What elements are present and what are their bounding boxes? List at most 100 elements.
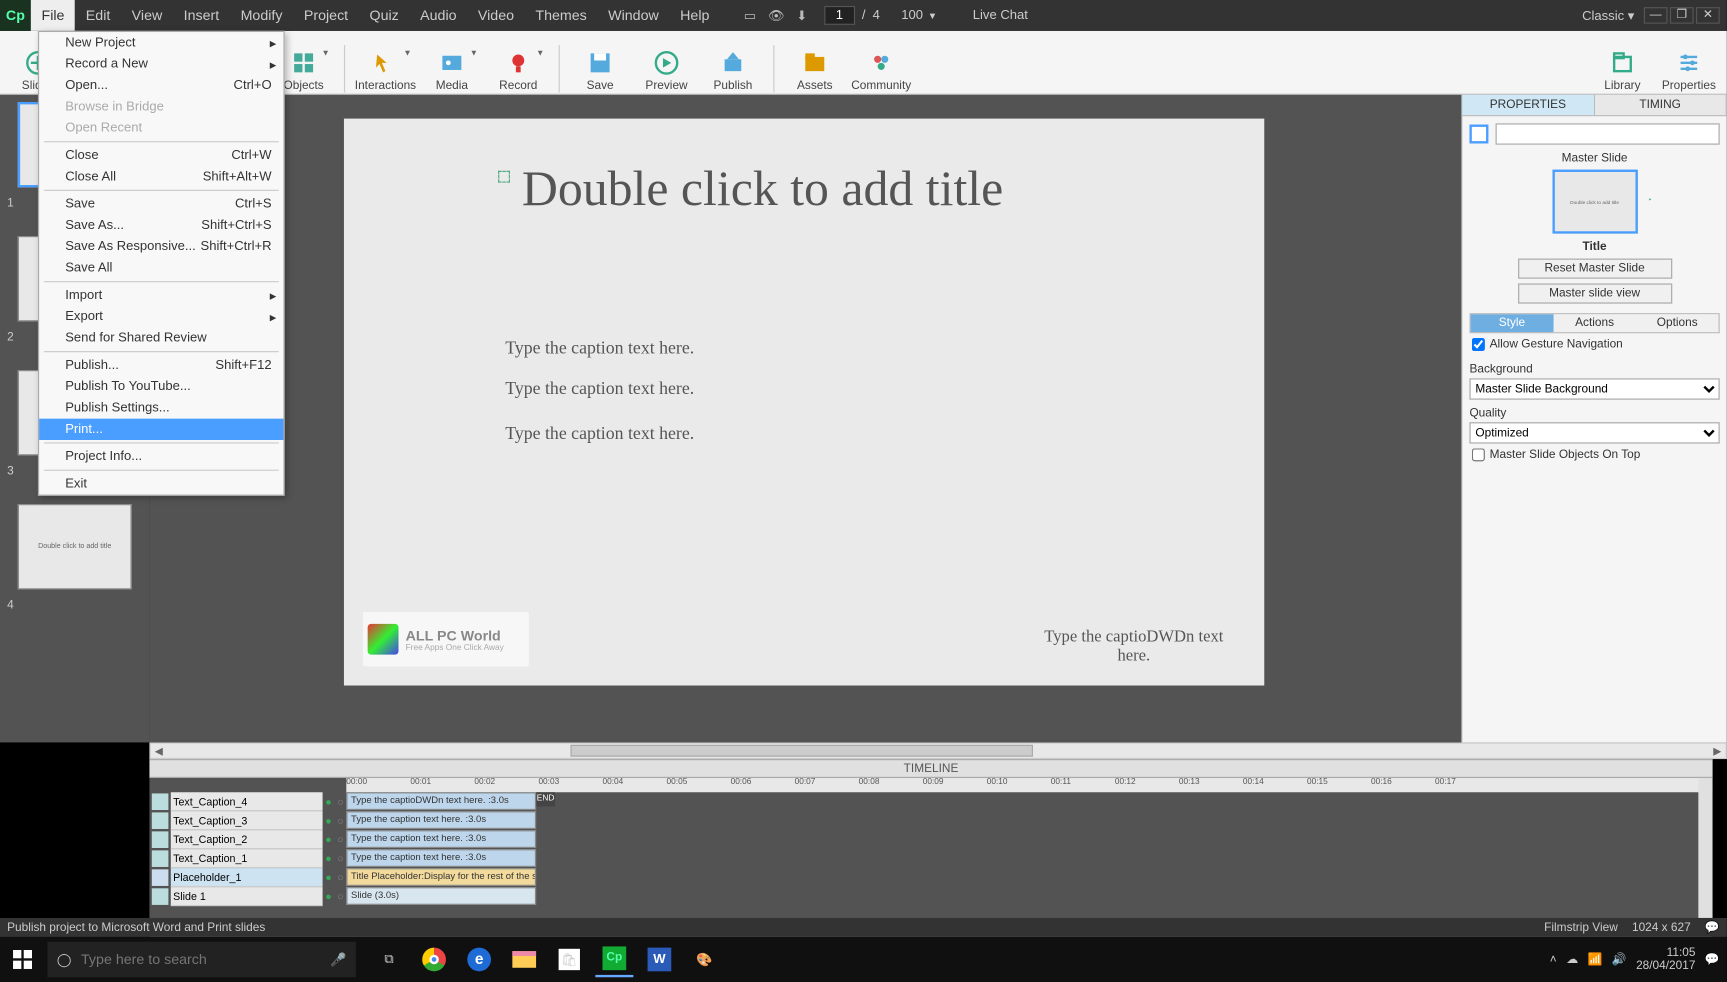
reset-master-button[interactable]: Reset Master Slide	[1517, 259, 1671, 279]
file-menu-export[interactable]: Export▸	[39, 306, 283, 327]
menu-file[interactable]: File	[31, 0, 75, 31]
file-menu-close[interactable]: CloseCtrl+W	[39, 145, 283, 166]
start-button[interactable]	[0, 937, 45, 982]
eye-icon[interactable]: 👁	[768, 8, 785, 23]
page-current-input[interactable]	[824, 6, 855, 25]
tool-record[interactable]: Record▼	[485, 33, 551, 92]
layer-Text_Caption_4[interactable]: Text_Caption_4	[171, 792, 323, 811]
file-menu-record-a-new[interactable]: Record a New▸	[39, 53, 283, 74]
tab-actions[interactable]: Actions	[1553, 314, 1636, 332]
layer-Placeholder_1[interactable]: Placeholder_1	[171, 868, 323, 887]
tray-up-icon[interactable]: ˄	[1550, 953, 1557, 966]
master-slide-dd-icon[interactable]: ▸	[1649, 196, 1651, 202]
workspace-selector[interactable]: Classic ▾	[1582, 8, 1634, 23]
tool-preview[interactable]: Preview	[633, 33, 699, 92]
tray-notif-icon[interactable]: 💬	[1705, 953, 1720, 966]
close-button[interactable]: ✕	[1696, 7, 1720, 24]
layer-lock[interactable]: ○	[334, 796, 346, 808]
tool-interactions[interactable]: Interactions▼	[352, 33, 418, 92]
hscroll-thumb[interactable]	[570, 745, 1033, 757]
captivate-icon[interactable]: Cp	[595, 942, 633, 978]
clip-Placeholder_1[interactable]: Title Placeholder:Display for the rest o…	[346, 868, 536, 886]
tab-timing[interactable]: TIMING	[1595, 95, 1727, 115]
tool-assets[interactable]: Assets	[782, 33, 848, 92]
tray-clock[interactable]: 11:0528/04/2017	[1636, 946, 1695, 972]
layer-Text_Caption_2[interactable]: Text_Caption_2	[171, 830, 323, 849]
file-menu-new-project[interactable]: New Project▸	[39, 32, 283, 53]
layer-Text_Caption_3[interactable]: Text_Caption_3	[171, 811, 323, 830]
layer-vis[interactable]: ●	[323, 872, 335, 884]
hscroll-left[interactable]: ◀	[151, 744, 168, 757]
layer-vis[interactable]: ●	[323, 891, 335, 903]
file-menu-exit[interactable]: Exit	[39, 473, 283, 494]
mic-icon[interactable]: 🎤	[330, 952, 346, 967]
file-menu-publish-[interactable]: Publish...Shift+F12	[39, 355, 283, 376]
menu-audio[interactable]: Audio	[409, 0, 467, 31]
menu-help[interactable]: Help	[669, 0, 720, 31]
status-notif-icon[interactable]: 💬	[1705, 921, 1720, 934]
canvas-hscroll[interactable]: ◀ ▶	[149, 742, 1726, 759]
tool-properties[interactable]: Properties	[1656, 33, 1722, 92]
caption-3[interactable]: Type the caption text here.	[505, 425, 694, 445]
slide-canvas[interactable]: Double click to add title Type the capti…	[344, 119, 1264, 686]
file-menu-save-all[interactable]: Save All	[39, 257, 283, 278]
zoom-dd[interactable]: ▼	[928, 10, 937, 21]
menu-window[interactable]: Window	[597, 0, 669, 31]
file-menu-save[interactable]: SaveCtrl+S	[39, 193, 283, 214]
menu-modify[interactable]: Modify	[230, 0, 293, 31]
menu-project[interactable]: Project	[293, 0, 359, 31]
slide-name-input[interactable]	[1496, 123, 1720, 144]
explorer-icon[interactable]	[505, 942, 543, 978]
layer-Slide 1[interactable]: Slide 1	[171, 887, 323, 906]
layer-lock[interactable]: ○	[334, 891, 346, 903]
clip-Text_Caption_4[interactable]: Type the captioDWDn text here. :3.0s	[346, 792, 536, 810]
menu-edit[interactable]: Edit	[75, 0, 121, 31]
clip-Slide 1[interactable]: Slide (3.0s)	[346, 887, 536, 905]
master-slide-view-button[interactable]: Master slide view	[1517, 283, 1671, 303]
timeline-vscroll[interactable]	[1698, 778, 1712, 918]
chk-gesture[interactable]	[1472, 338, 1485, 351]
tab-options[interactable]: Options	[1636, 314, 1719, 332]
slide-title-placeholder[interactable]: Double click to add title	[522, 161, 1003, 218]
edge-icon[interactable]: e	[460, 942, 498, 978]
tool-media[interactable]: Media▼	[419, 33, 485, 92]
file-menu-project-info-[interactable]: Project Info...	[39, 446, 283, 467]
layer-lock[interactable]: ○	[334, 815, 346, 827]
layer-lock[interactable]: ○	[334, 834, 346, 846]
layer-vis[interactable]: ●	[323, 853, 335, 865]
layer-lock[interactable]: ○	[334, 853, 346, 865]
tab-properties[interactable]: PROPERTIES	[1462, 95, 1594, 115]
zoom-value[interactable]: 100	[901, 8, 923, 22]
file-menu-publish-to-youtube-[interactable]: Publish To YouTube...	[39, 376, 283, 397]
file-menu-print-[interactable]: Print...	[39, 419, 283, 440]
clip-Text_Caption_3[interactable]: Type the caption text here. :3.0s	[346, 811, 536, 829]
sel-background[interactable]: Master Slide Background	[1469, 378, 1719, 399]
search-input[interactable]	[81, 951, 318, 968]
file-menu-close-all[interactable]: Close AllShift+Alt+W	[39, 166, 283, 187]
sel-quality[interactable]: Optimized	[1469, 422, 1719, 443]
tool-library[interactable]: Library	[1589, 33, 1655, 92]
live-chat[interactable]: Live Chat	[973, 8, 1028, 22]
file-menu-publish-settings-[interactable]: Publish Settings...	[39, 397, 283, 418]
taskbar-search[interactable]: ◯ 🎤	[47, 942, 355, 978]
menu-quiz[interactable]: Quiz	[359, 0, 410, 31]
clip-Text_Caption_1[interactable]: Type the caption text here. :3.0s	[346, 849, 536, 867]
menu-insert[interactable]: Insert	[173, 0, 230, 31]
doc-icon[interactable]: ▭	[744, 8, 756, 23]
chk-ontop[interactable]	[1472, 448, 1485, 461]
layer-vis[interactable]: ●	[323, 834, 335, 846]
tool-save[interactable]: Save	[567, 33, 633, 92]
word-icon[interactable]: W	[640, 942, 678, 978]
chrome-icon[interactable]	[415, 942, 453, 978]
maximize-button[interactable]: ❐	[1670, 7, 1694, 24]
clip-Text_Caption_2[interactable]: Type the caption text here. :3.0s	[346, 830, 536, 848]
caption-2[interactable]: Type the caption text here.	[505, 380, 694, 400]
tray-wifi-icon[interactable]: 📶	[1588, 953, 1603, 966]
file-menu-import[interactable]: Import▸	[39, 285, 283, 306]
tool-publish[interactable]: Publish	[700, 33, 766, 92]
store-icon[interactable]: 🛍	[550, 942, 588, 978]
tray-volume-icon[interactable]: 🔊	[1612, 953, 1627, 966]
minimize-button[interactable]: —	[1644, 7, 1668, 24]
layer-Text_Caption_1[interactable]: Text_Caption_1	[171, 849, 323, 868]
menu-video[interactable]: Video	[467, 0, 525, 31]
